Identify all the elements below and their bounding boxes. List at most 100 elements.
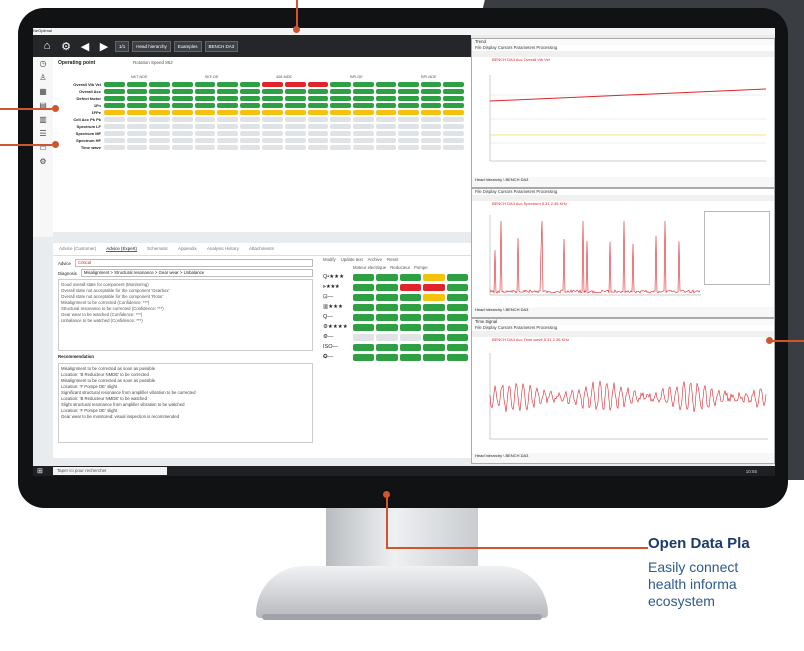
status-cell[interactable] — [240, 82, 261, 87]
advice-text[interactable]: Good overall state for component (Monito… — [58, 279, 313, 351]
tab-appendix[interactable]: Appendix — [178, 246, 197, 252]
status-cell[interactable] — [353, 124, 374, 129]
status-cell[interactable] — [149, 110, 170, 115]
matrix-cell[interactable] — [400, 274, 421, 281]
matrix-cell[interactable] — [376, 304, 397, 311]
status-cell[interactable] — [262, 89, 283, 94]
status-cell[interactable] — [172, 131, 193, 136]
status-cell[interactable] — [376, 124, 397, 129]
status-cell[interactable] — [308, 138, 329, 143]
status-cell[interactable] — [421, 124, 442, 129]
status-cell[interactable] — [149, 82, 170, 87]
advice-select[interactable]: Critical — [75, 259, 313, 267]
status-cell[interactable] — [217, 131, 238, 136]
status-cell[interactable] — [330, 103, 351, 108]
status-cell[interactable] — [353, 82, 374, 87]
status-cell[interactable] — [353, 110, 374, 115]
status-cell[interactable] — [240, 131, 261, 136]
machine-icon[interactable]: ♙ — [33, 71, 53, 85]
status-cell[interactable] — [421, 117, 442, 122]
status-cell[interactable] — [308, 124, 329, 129]
matrix-cell[interactable] — [423, 334, 444, 341]
status-cell[interactable] — [443, 103, 464, 108]
status-cell[interactable] — [285, 110, 306, 115]
status-cell[interactable] — [195, 103, 216, 108]
matrix-cell[interactable] — [353, 284, 374, 291]
status-cell[interactable] — [172, 117, 193, 122]
status-cell[interactable] — [376, 96, 397, 101]
matrix-cell[interactable] — [376, 314, 397, 321]
windows-start-icon[interactable]: ⊞ — [37, 467, 43, 475]
status-cell[interactable] — [262, 82, 283, 87]
status-cell[interactable] — [149, 131, 170, 136]
status-cell[interactable] — [398, 96, 419, 101]
status-cell[interactable] — [330, 96, 351, 101]
taskbar-search-input[interactable]: Taper ici pour rechercher — [53, 467, 167, 475]
matrix-cell[interactable] — [423, 274, 444, 281]
status-cell[interactable] — [172, 82, 193, 87]
matrix-cell[interactable] — [447, 324, 468, 331]
status-cell[interactable] — [443, 124, 464, 129]
status-cell[interactable] — [421, 145, 442, 150]
status-cell[interactable] — [330, 89, 351, 94]
status-cell[interactable] — [285, 131, 306, 136]
status-cell[interactable] — [285, 89, 306, 94]
matrix-cell[interactable] — [353, 334, 374, 341]
grid-icon[interactable]: ▦ — [33, 85, 53, 99]
status-cell[interactable] — [285, 82, 306, 87]
status-cell[interactable] — [217, 145, 238, 150]
matrix-cell[interactable] — [376, 294, 397, 301]
status-cell[interactable] — [285, 117, 306, 122]
status-cell[interactable] — [353, 96, 374, 101]
list-icon[interactable]: ☰ — [33, 127, 53, 141]
status-cell[interactable] — [353, 131, 374, 136]
status-cell[interactable] — [262, 96, 283, 101]
breadcrumb-4[interactable]: BENCH DA3 — [205, 41, 239, 52]
status-cell[interactable] — [172, 103, 193, 108]
tab-advice-expert[interactable]: Advice (Expert) — [106, 246, 137, 252]
status-cell[interactable] — [262, 131, 283, 136]
status-cell[interactable] — [398, 110, 419, 115]
matrix-cell[interactable] — [423, 354, 444, 361]
status-cell[interactable] — [195, 145, 216, 150]
matrix-cell[interactable] — [423, 344, 444, 351]
matrix-cell[interactable] — [353, 324, 374, 331]
chart-icon[interactable]: ▥ — [33, 113, 53, 127]
modify-button[interactable]: Modify — [323, 257, 336, 262]
matrix-cell[interactable] — [447, 314, 468, 321]
status-cell[interactable] — [172, 145, 193, 150]
status-cell[interactable] — [217, 82, 238, 87]
status-cell[interactable] — [398, 131, 419, 136]
status-cell[interactable] — [285, 103, 306, 108]
status-cell[interactable] — [353, 117, 374, 122]
matrix-cell[interactable] — [447, 344, 468, 351]
status-cell[interactable] — [195, 138, 216, 143]
status-cell[interactable] — [398, 145, 419, 150]
status-cell[interactable] — [330, 145, 351, 150]
status-cell[interactable] — [217, 110, 238, 115]
status-cell[interactable] — [240, 117, 261, 122]
status-cell[interactable] — [353, 138, 374, 143]
status-cell[interactable] — [308, 89, 329, 94]
status-cell[interactable] — [443, 110, 464, 115]
tab-analysis-history[interactable]: Analysis History — [207, 246, 239, 252]
matrix-cell[interactable] — [400, 314, 421, 321]
forward-icon[interactable]: ▶ — [96, 40, 112, 53]
status-cell[interactable] — [172, 124, 193, 129]
matrix-cell[interactable] — [423, 284, 444, 291]
status-cell[interactable] — [240, 103, 261, 108]
status-cell[interactable] — [262, 145, 283, 150]
diagnosis-field[interactable]: Misalignment > Structural resonance > Ge… — [81, 269, 313, 277]
reset-button[interactable]: Reset — [387, 257, 398, 262]
matrix-cell[interactable] — [353, 304, 374, 311]
status-cell[interactable] — [262, 117, 283, 122]
status-cell[interactable] — [172, 89, 193, 94]
matrix-cell[interactable] — [423, 294, 444, 301]
status-cell[interactable] — [149, 124, 170, 129]
status-cell[interactable] — [421, 96, 442, 101]
status-cell[interactable] — [308, 117, 329, 122]
status-cell[interactable] — [149, 89, 170, 94]
matrix-cell[interactable] — [400, 284, 421, 291]
status-cell[interactable] — [308, 82, 329, 87]
status-cell[interactable] — [240, 124, 261, 129]
